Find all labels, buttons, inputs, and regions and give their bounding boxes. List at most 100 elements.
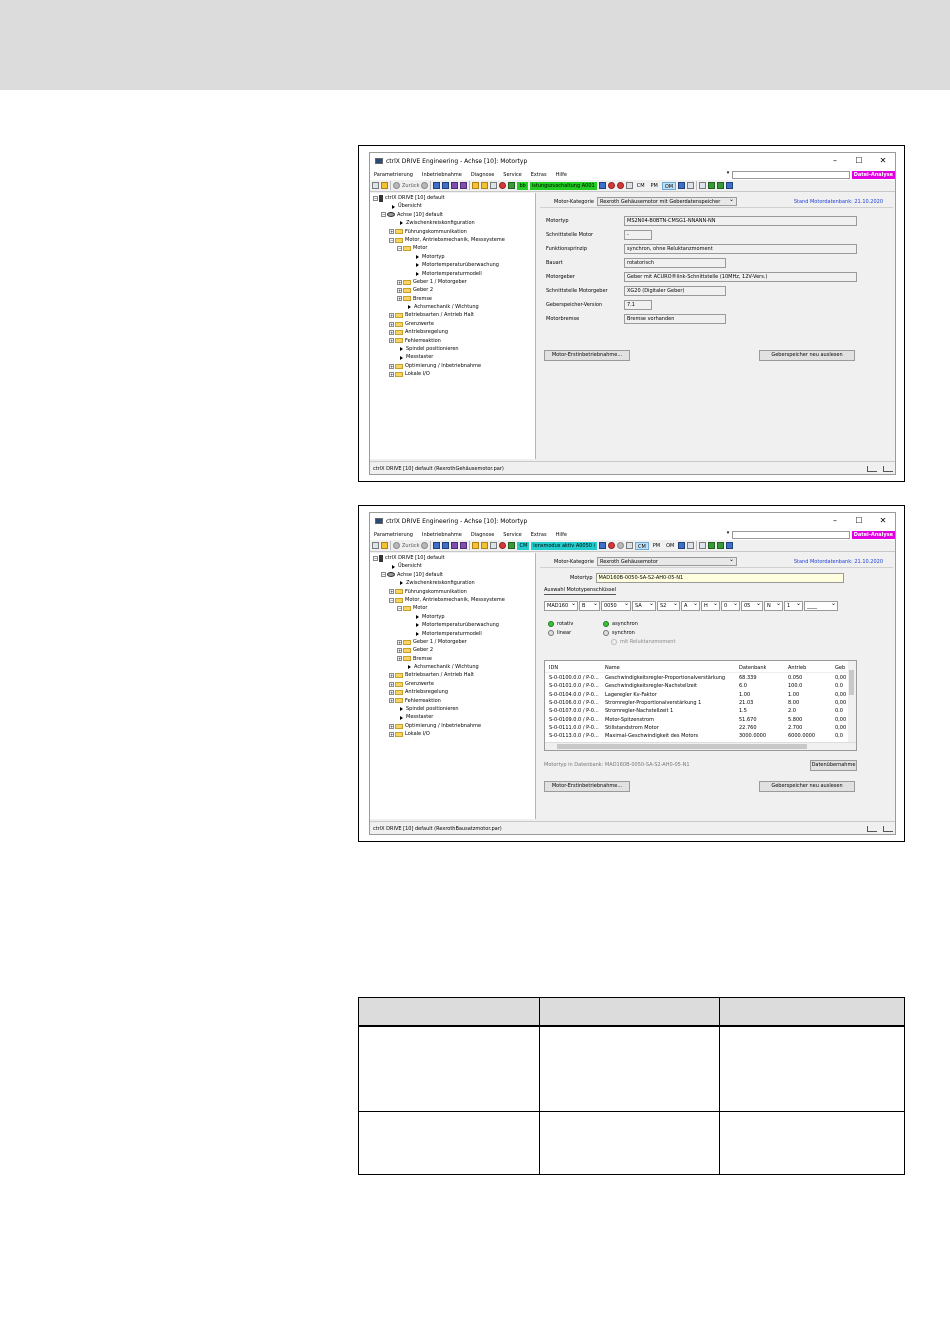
menu-parametrierung[interactable]: Parametrierung	[374, 172, 413, 178]
tree-item-antriebsregelung[interactable]: + Antriebsregelung	[370, 688, 535, 696]
expand-icon[interactable]: +	[397, 287, 402, 293]
save-all-icon[interactable]	[717, 542, 725, 549]
tree-item-temp-ueberwachung[interactable]: Motortemperaturüberwachung	[370, 261, 535, 269]
motortyp-input[interactable]: MAD160B-0050-SA-S2-AH0-05-N1	[595, 573, 844, 583]
menu-inbetriebnahme[interactable]: Inbetriebnahme	[422, 172, 462, 178]
back-button[interactable]: Zurück	[402, 543, 419, 549]
tree-item-antriebsregelung[interactable]: + Antriebsregelung	[370, 328, 535, 336]
maximize-button[interactable]: ☐	[847, 153, 871, 169]
network-icon[interactable]	[699, 182, 707, 189]
help-icon[interactable]	[726, 182, 734, 189]
table-row[interactable]: S-0-0104.0.0 / P-0... Lageregler Kv-Fakt…	[545, 691, 856, 699]
tree-item-fuehrung[interactable]: + Führungskommunikation	[370, 228, 535, 236]
tree-item-motortyp[interactable]: Motortyp	[370, 253, 535, 261]
tree-item-temp-modell[interactable]: Motortemperaturmodell	[370, 630, 535, 638]
pm-button[interactable]: PM	[651, 542, 662, 550]
tree-item-lokale-io[interactable]: + Lokale I/O	[370, 370, 535, 378]
alarm-icon[interactable]	[616, 542, 624, 549]
checkbox-icon[interactable]	[611, 639, 617, 645]
expand-icon[interactable]: +	[389, 329, 394, 335]
key-field-12[interactable]: ____	[804, 600, 838, 611]
collapse-icon[interactable]: −	[397, 246, 402, 252]
radio-rotativ[interactable]: rotativ	[548, 621, 573, 627]
home-icon[interactable]	[381, 182, 388, 189]
vertical-scrollbar[interactable]	[848, 661, 856, 744]
table-row[interactable]: S-0-0107.0.0 / P-0... Stromregler-Nachst…	[545, 707, 856, 715]
settings-icon[interactable]	[687, 542, 695, 549]
minimize-button[interactable]: –	[823, 513, 847, 529]
tree-item-motor-achsmech[interactable]: − Motor, Antriebsmechanik, Messsysteme	[370, 596, 535, 604]
folder-open-icon[interactable]	[372, 182, 379, 189]
grid-icon[interactable]	[625, 182, 633, 189]
expand-icon[interactable]: +	[397, 639, 402, 645]
expand-icon[interactable]: +	[389, 673, 394, 679]
collapse-icon[interactable]: −	[381, 212, 386, 218]
menu-hilfe[interactable]: Hilfe	[556, 172, 567, 178]
menu-diagnose[interactable]: Diagnose	[471, 172, 494, 178]
tree-item-spindel[interactable]: Spindel positionieren	[370, 705, 535, 713]
table-row[interactable]: S-0-0109.0.0 / P-0... Motor-Spitzenstrom…	[545, 716, 856, 724]
drive-down-icon[interactable]	[460, 542, 468, 549]
key-field-8[interactable]: 0	[721, 600, 740, 611]
back-arrow-icon[interactable]	[393, 542, 400, 549]
forward-arrow-icon[interactable]	[421, 542, 429, 549]
network-icon[interactable]	[699, 542, 707, 549]
drive-up-icon[interactable]	[451, 542, 459, 549]
expand-icon[interactable]: +	[389, 689, 394, 695]
expand-icon[interactable]: +	[389, 313, 394, 319]
expand-icon[interactable]: +	[389, 363, 394, 369]
key-field-5[interactable]: S2	[657, 600, 680, 611]
expand-icon[interactable]: +	[389, 229, 394, 235]
key-field-6[interactable]: A	[681, 600, 700, 611]
cm-button[interactable]: CM	[634, 541, 649, 550]
tree-item-optimierung[interactable]: + Optimierung / Inbetriebnahme	[370, 722, 535, 730]
tree-item-temp-modell[interactable]: Motortemperaturmodell	[370, 270, 535, 278]
tools-icon[interactable]	[481, 182, 489, 189]
menu-inbetriebnahme[interactable]: Inbetriebnahme	[422, 532, 462, 538]
horizontal-scrollbar[interactable]	[545, 742, 856, 750]
tree-item-spindel[interactable]: Spindel positionieren	[370, 345, 535, 353]
minimize-button[interactable]: –	[823, 153, 847, 169]
save-all-icon[interactable]	[717, 182, 725, 189]
folder-open-icon[interactable]	[372, 542, 379, 549]
expand-icon[interactable]: +	[397, 656, 402, 662]
tree-item-messtaster[interactable]: Messtaster	[370, 713, 535, 721]
keyboard-icon[interactable]	[678, 542, 686, 549]
motor-erstinbetriebnahme-button[interactable]: Motor-Erstinbetriebnahme...	[544, 350, 630, 361]
collapse-icon[interactable]: −	[397, 606, 402, 612]
menu-extras[interactable]: Extras	[531, 532, 547, 538]
table-row[interactable]: S-0-0101.0.0 / P-0... Geschwindigkeitsre…	[545, 682, 856, 690]
collapse-icon[interactable]: −	[373, 195, 378, 201]
key-field-1[interactable]: MAD160	[544, 600, 578, 611]
search-error-icon[interactable]	[499, 182, 507, 189]
table-row[interactable]: S-0-0111.0.0 / P-0... Stillstandstrom Mo…	[545, 724, 856, 732]
tree-item-geber2[interactable]: + Geber 2	[370, 646, 535, 654]
stop-icon[interactable]	[607, 182, 615, 189]
cm-button[interactable]: CM	[635, 182, 647, 190]
menu-service[interactable]: Service	[503, 172, 521, 178]
tree-item-messtaster[interactable]: Messtaster	[370, 353, 535, 361]
expand-icon[interactable]: +	[389, 723, 394, 729]
close-button[interactable]: ✕	[871, 513, 895, 529]
stop-icon[interactable]	[607, 542, 615, 549]
scroll-thumb[interactable]	[557, 744, 807, 749]
expand-icon[interactable]: +	[397, 296, 402, 302]
tree-item-fehlerreaktion[interactable]: + Fehlerreaktion	[370, 697, 535, 705]
tree-item-zwischenkreis[interactable]: Zwischenkreiskonfiguration	[370, 579, 535, 587]
tree-item-fehlerreaktion[interactable]: + Fehlerreaktion	[370, 337, 535, 345]
search-error-icon[interactable]	[499, 542, 507, 549]
tree-item-grenzwerte[interactable]: + Grenzwerte	[370, 680, 535, 688]
menu-service[interactable]: Service	[503, 532, 521, 538]
expand-icon[interactable]: +	[389, 589, 394, 595]
collapse-icon[interactable]: −	[381, 572, 386, 578]
radio-icon[interactable]	[548, 621, 554, 627]
tools-icon[interactable]	[481, 542, 489, 549]
tree-item-lokale-io[interactable]: + Lokale I/O	[370, 730, 535, 738]
radio-asynchron[interactable]: asynchron	[603, 621, 638, 627]
download-icon[interactable]	[442, 542, 450, 549]
tree-item-uebersicht[interactable]: Übersicht	[370, 562, 535, 570]
tree-item-optimierung[interactable]: + Optimierung / Inbetriebnahme	[370, 362, 535, 370]
menu-hilfe[interactable]: Hilfe	[556, 532, 567, 538]
radio-linear[interactable]: linear	[548, 630, 571, 636]
collapse-icon[interactable]: −	[389, 237, 394, 243]
